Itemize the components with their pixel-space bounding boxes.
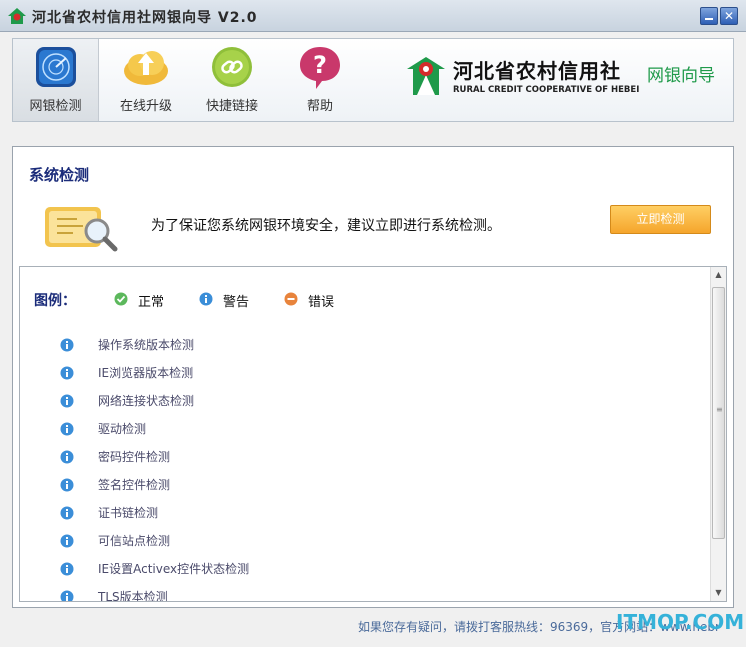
check-item: 证书链检测 [20,499,710,527]
legend-warning: 警告 [199,291,249,310]
legend-label: 图例： [34,293,76,309]
check-item: 驱动检测 [20,415,710,443]
cloud-upload-icon [124,51,168,85]
legend-error: 错误 [284,291,334,310]
scroll-thumb[interactable]: ≡ [712,287,725,539]
check-item-label: 驱动检测 [98,422,147,436]
check-message: 为了保证您系统网银环境安全，建议立即进行系统检测。 [151,218,501,234]
info-circle-icon [60,366,74,380]
title-bar: 河北省农村信用社网银向导 V2.0 ✕ [0,0,746,32]
check-items-list: 图例： 正常 警告 错误 操作系统版本检测 IE浏览器版本检测 网络连接状态检测 驱动… [19,266,727,602]
window-title: 河北省农村信用社网银向导 V2.0 [32,10,258,26]
info-circle-icon [60,478,74,492]
tool-label: 网银检测 [29,99,82,114]
check-item: TLS版本检测 [20,583,710,602]
check-circle-icon [114,292,128,306]
check-item: 密码控件检测 [20,443,710,471]
tool-online-upgrade[interactable]: 在线升级 [103,39,189,121]
info-circle-icon [60,590,74,601]
watermark: ITMOP.COM [616,610,745,634]
info-circle-icon [60,506,74,520]
minimize-button[interactable] [700,7,718,25]
check-items: 操作系统版本检测 IE浏览器版本检测 网络连接状态检测 驱动检测密码控件检测 签名控件检… [20,331,710,602]
info-circle-icon [60,562,74,576]
check-item-label: IE设置Activex控件状态检测 [98,562,250,576]
legend-normal: 正常 [114,291,164,310]
info-circle-icon [60,534,74,548]
document-magnifier-icon [45,207,118,252]
minus-circle-icon [284,292,298,306]
system-check-panel: 系统检测 为了保证您系统网银环境安全，建议立即进行系统检测。 立即检测 图例： … [12,146,734,608]
brand-logo: 河北省农村信用社 RURAL CREDIT COOPERATIVE OF HEB… [403,53,733,109]
info-circle-icon [60,422,74,436]
rcc-logo-icon [407,57,445,95]
scroll-up-arrow-icon[interactable]: ▲ [711,267,726,283]
check-item-label: TLS版本检测 [98,590,168,602]
brand-subtitle: 网银向导 [647,66,715,86]
check-item-label: 可信站点检测 [98,534,171,548]
brand-name: 河北省农村信用社 [453,59,621,83]
tool-online-banking-check[interactable]: 网银检测 [13,39,99,121]
brand-english-name: RURAL CREDIT COOPERATIVE OF HEBEI [453,85,639,95]
check-item: 网络连接状态检测 [20,387,710,415]
check-item-label: 签名控件检测 [98,478,171,492]
app-logo-icon [8,8,26,24]
info-circle-icon [199,292,213,306]
info-circle-icon [60,394,74,408]
check-item: 可信站点检测 [20,527,710,555]
check-item-label: 操作系统版本检测 [98,338,195,352]
check-item-label: 证书链检测 [98,506,159,520]
check-item-label: 密码控件检测 [98,450,171,464]
check-item-label: 网络连接状态检测 [98,394,195,408]
tool-quick-links[interactable]: 快捷链接 [189,39,275,121]
info-circle-icon [60,450,74,464]
check-item: 签名控件检测 [20,471,710,499]
tool-help[interactable]: ? 帮助 [277,39,363,121]
check-item: 操作系统版本检测 [20,331,710,359]
vertical-scrollbar[interactable]: ▲ ≡ ▼ [710,267,726,601]
help-icon: ? [300,47,340,89]
start-check-button[interactable]: 立即检测 [610,205,711,234]
tool-label: 在线升级 [119,99,172,114]
tool-label: 快捷链接 [205,99,258,114]
main-toolbar: 网银检测 在线升级 快捷链接 ? 帮助 河北省农村信用社 RURAL CREDI… [12,38,734,122]
check-item: IE浏览器版本检测 [20,359,710,387]
svg-text:?: ? [313,51,327,79]
close-button[interactable]: ✕ [720,7,738,25]
info-circle-icon [60,338,74,352]
link-icon [212,47,252,87]
check-item-label: IE浏览器版本检测 [98,366,194,380]
section-title: 系统检测 [29,166,90,184]
radar-icon [36,47,76,87]
tool-label: 帮助 [306,99,333,114]
scroll-down-arrow-icon[interactable]: ▼ [711,585,726,601]
check-item: IE设置Activex控件状态检测 [20,555,710,583]
